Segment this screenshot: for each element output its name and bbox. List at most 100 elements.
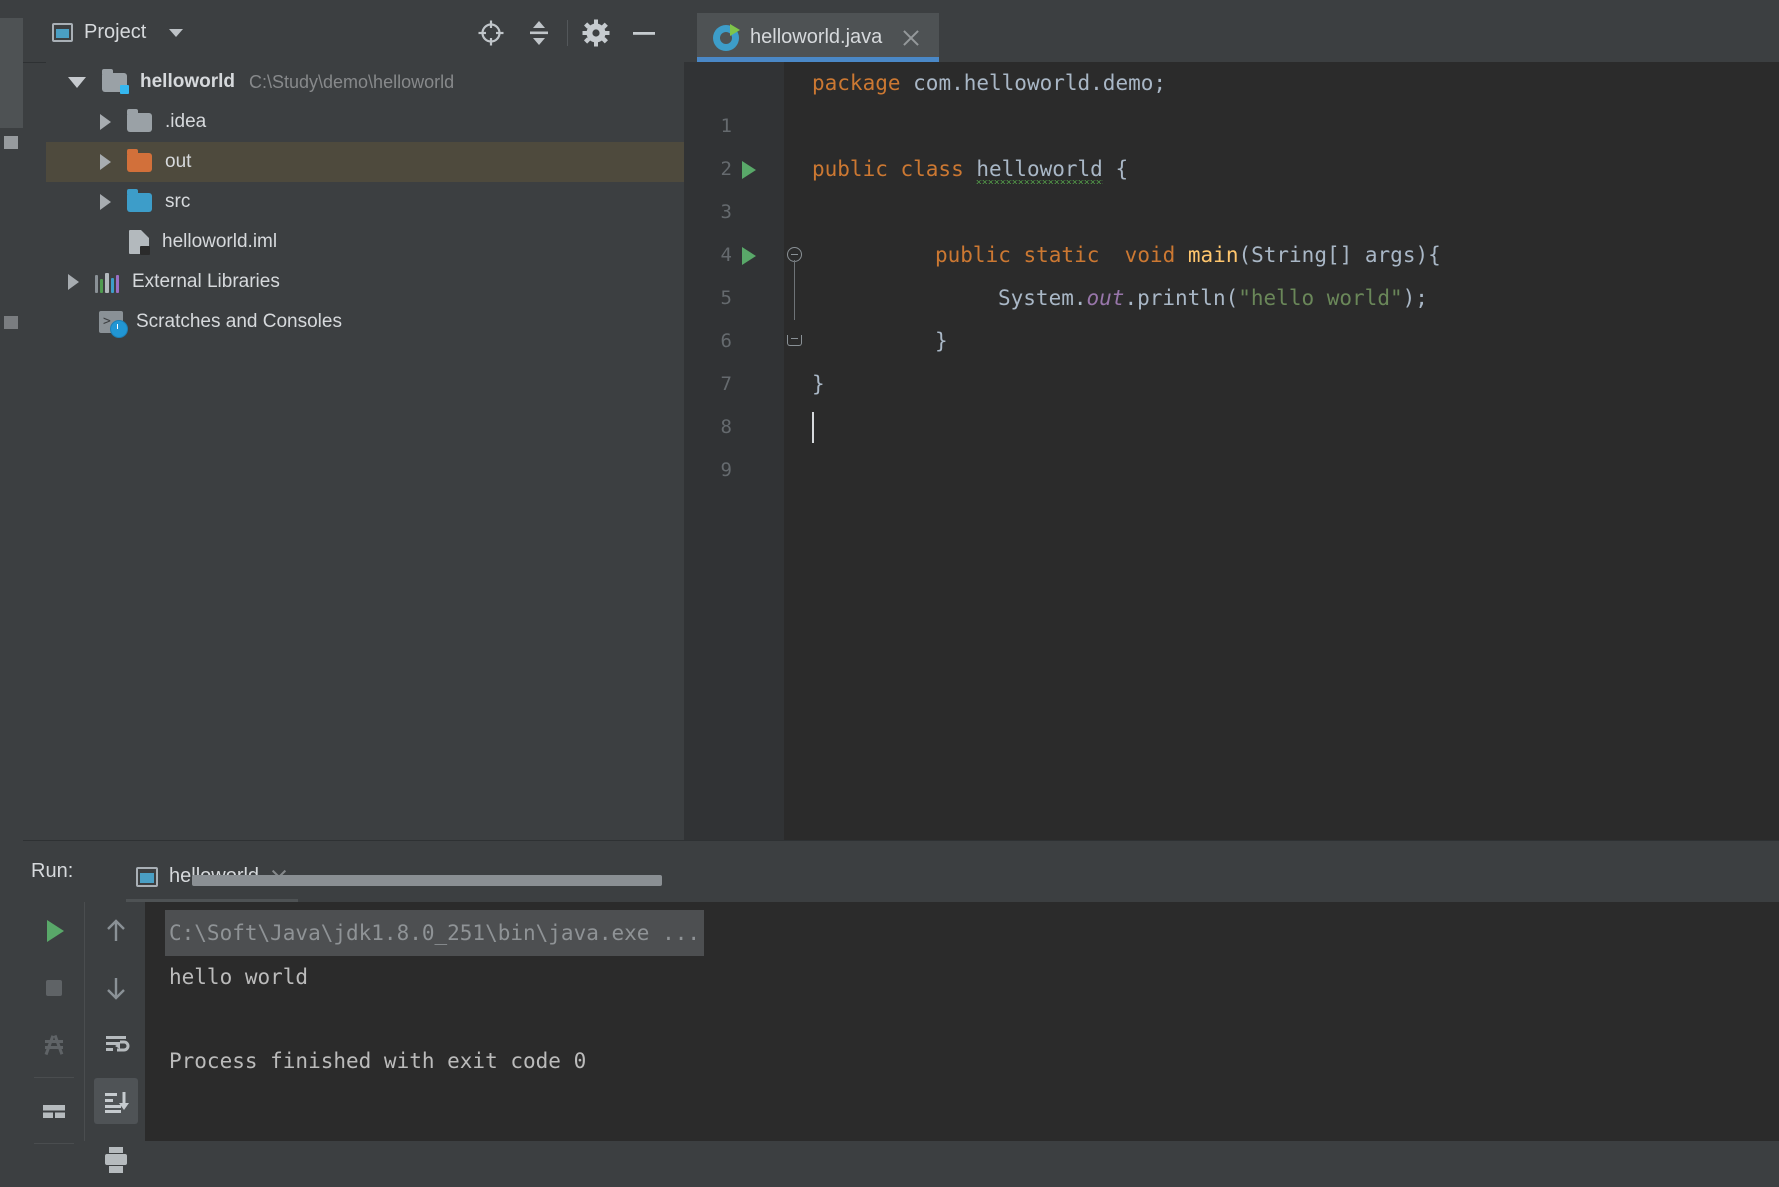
scroll-to-end-button[interactable]	[85, 1073, 146, 1130]
tree-node-label: src	[165, 191, 190, 213]
sidebar-item-project[interactable]: 1: Project	[0, 18, 23, 128]
tab-helloworld-java[interactable]: helloworld.java	[697, 13, 939, 62]
code-editor[interactable]: 1 package com.helloworld.demo; 2 3 publi…	[684, 62, 1779, 840]
line-text: public static void main(String[] args){	[935, 234, 1441, 277]
project-title-group[interactable]: Project	[52, 21, 183, 44]
locate-target-button[interactable]	[467, 20, 515, 46]
run-panel-body: C:\Soft\Java\jdk1.8.0_251\bin\java.exe .…	[23, 902, 1779, 1141]
restore-layout-icon	[37, 1094, 71, 1128]
libraries-icon	[95, 271, 119, 293]
soft-wrap-icon	[99, 1028, 133, 1062]
up-stacktrace-button[interactable]	[85, 902, 146, 959]
code-line: 6 System.out.println("hello world");	[684, 277, 1779, 320]
java-class-icon	[713, 25, 739, 51]
left-tool-window-strip: 1: Project 7: Structure Favorites	[0, 0, 24, 1141]
layout-button[interactable]	[23, 1082, 84, 1139]
fold-line	[794, 260, 795, 277]
toolbar-divider	[567, 20, 568, 46]
console-command-text: C:\Soft\Java\jdk1.8.0_251\bin\java.exe .…	[165, 910, 704, 956]
stop-button[interactable]	[23, 959, 84, 1016]
code-line: 7 }	[684, 320, 1779, 363]
project-window-icon	[52, 23, 73, 42]
tree-node-helloworld[interactable]: helloworld C:\Study\demo\helloworld	[46, 62, 707, 102]
intellij-idea-window: 1: Project 7: Structure Favorites Projec…	[0, 0, 1779, 1141]
fold-region-line	[784, 277, 806, 320]
line-number: 9	[684, 449, 732, 492]
tree-node-label: External Libraries	[132, 271, 280, 293]
run-console-output[interactable]: C:\Soft\Java\jdk1.8.0_251\bin\java.exe .…	[145, 902, 1779, 1141]
token-plain: com.helloworld.demo;	[913, 71, 1166, 95]
chevron-down-icon[interactable]	[169, 29, 183, 37]
arrow-up-icon	[99, 914, 133, 948]
line-text: public class helloworld {	[812, 148, 1128, 191]
console-status-line: Process finished with exit code 0	[169, 1040, 1779, 1082]
project-tree[interactable]: helloworld C:\Study\demo\helloworld .ide…	[46, 62, 707, 840]
token-class-name-warning: helloworld	[976, 157, 1102, 184]
chevron-collapsed-icon[interactable]	[100, 154, 111, 170]
code-line: 9	[684, 406, 1779, 449]
project-tool-window: Project	[23, 0, 684, 840]
run-toolbar-right	[84, 902, 146, 1141]
down-stacktrace-button[interactable]	[85, 959, 146, 1016]
tree-node-label: .idea	[165, 111, 206, 133]
tree-spacer	[100, 242, 111, 243]
print-button[interactable]	[85, 1130, 146, 1187]
scroll-to-end-icon	[99, 1085, 133, 1119]
chevron-collapsed-icon[interactable]	[100, 114, 111, 130]
tree-node-external-libraries[interactable]: External Libraries	[46, 262, 707, 302]
stop-square-icon	[37, 971, 71, 1005]
close-icon[interactable]	[901, 28, 921, 48]
fold-start-handle[interactable]	[784, 234, 806, 277]
token-plain: );	[1403, 286, 1428, 310]
token-plain: }	[812, 372, 825, 396]
folder-orange-icon	[127, 153, 152, 172]
chevron-collapsed-icon[interactable]	[100, 194, 111, 210]
sidebar-structure-dot-icon	[4, 316, 18, 329]
chevron-collapsed-icon[interactable]	[68, 274, 79, 290]
editor-area: helloworld.java 1 package com.helloworld…	[684, 0, 1779, 840]
line-text: System.out.println("hello world");	[998, 277, 1428, 320]
toolbar-divider	[34, 1143, 74, 1144]
tree-node-src[interactable]: src	[46, 182, 707, 222]
run-panel-label: Run:	[31, 860, 73, 883]
arrow-down-icon	[99, 971, 133, 1005]
tree-node-idea[interactable]: .idea	[46, 102, 707, 142]
tree-node-scratches-and-consoles[interactable]: >_ Scratches and Consoles	[46, 302, 707, 342]
run-method-gutter-icon[interactable]	[742, 247, 756, 265]
tree-node-path: C:\Study\demo\helloworld	[249, 72, 454, 93]
code-line: 4	[684, 191, 1779, 234]
code-line: 8 }	[684, 363, 1779, 406]
token-space	[1112, 243, 1125, 267]
line-text: }	[812, 363, 825, 406]
code-line: 1 package com.helloworld.demo;	[684, 62, 1779, 105]
minimize-icon	[629, 18, 659, 48]
token-plain: (String[] args){	[1238, 243, 1440, 267]
tree-node-out[interactable]: out	[46, 142, 707, 182]
run-toolbar-left	[23, 902, 84, 1141]
fold-end-handle[interactable]	[784, 320, 806, 363]
thread-dump-button[interactable]	[23, 1016, 84, 1073]
tree-node-helloworld-iml[interactable]: helloworld.iml	[46, 222, 707, 262]
scratch-clock-badge-icon	[110, 320, 128, 338]
token-static-field: out	[1087, 286, 1125, 310]
sidebar-item-structure[interactable]: 7: Structure	[0, 178, 23, 308]
token-plain: .println(	[1124, 286, 1238, 310]
hide-panel-button[interactable]	[620, 20, 668, 46]
settings-button[interactable]	[572, 20, 620, 46]
soft-wrap-button[interactable]	[85, 1016, 146, 1073]
console-horizontal-scrollbar[interactable]	[192, 875, 662, 886]
tree-node-label: helloworld.iml	[162, 231, 277, 253]
token-keyword: public class	[812, 157, 976, 181]
console-command-line: C:\Soft\Java\jdk1.8.0_251\bin\java.exe .…	[145, 910, 1779, 956]
collapse-all-button[interactable]	[515, 20, 563, 46]
print-icon	[99, 1142, 133, 1176]
chevron-expanded-icon[interactable]	[68, 77, 86, 88]
sidebar-project-dot-icon	[4, 136, 18, 149]
page-title: Project	[84, 21, 146, 44]
token-plain: }	[935, 329, 948, 353]
rerun-button[interactable]	[23, 902, 84, 959]
run-config-icon	[136, 867, 158, 887]
project-panel-actions	[467, 20, 668, 46]
run-class-gutter-icon[interactable]	[742, 161, 756, 179]
sidebar-item-favorites[interactable]: Favorites	[0, 1052, 23, 1152]
